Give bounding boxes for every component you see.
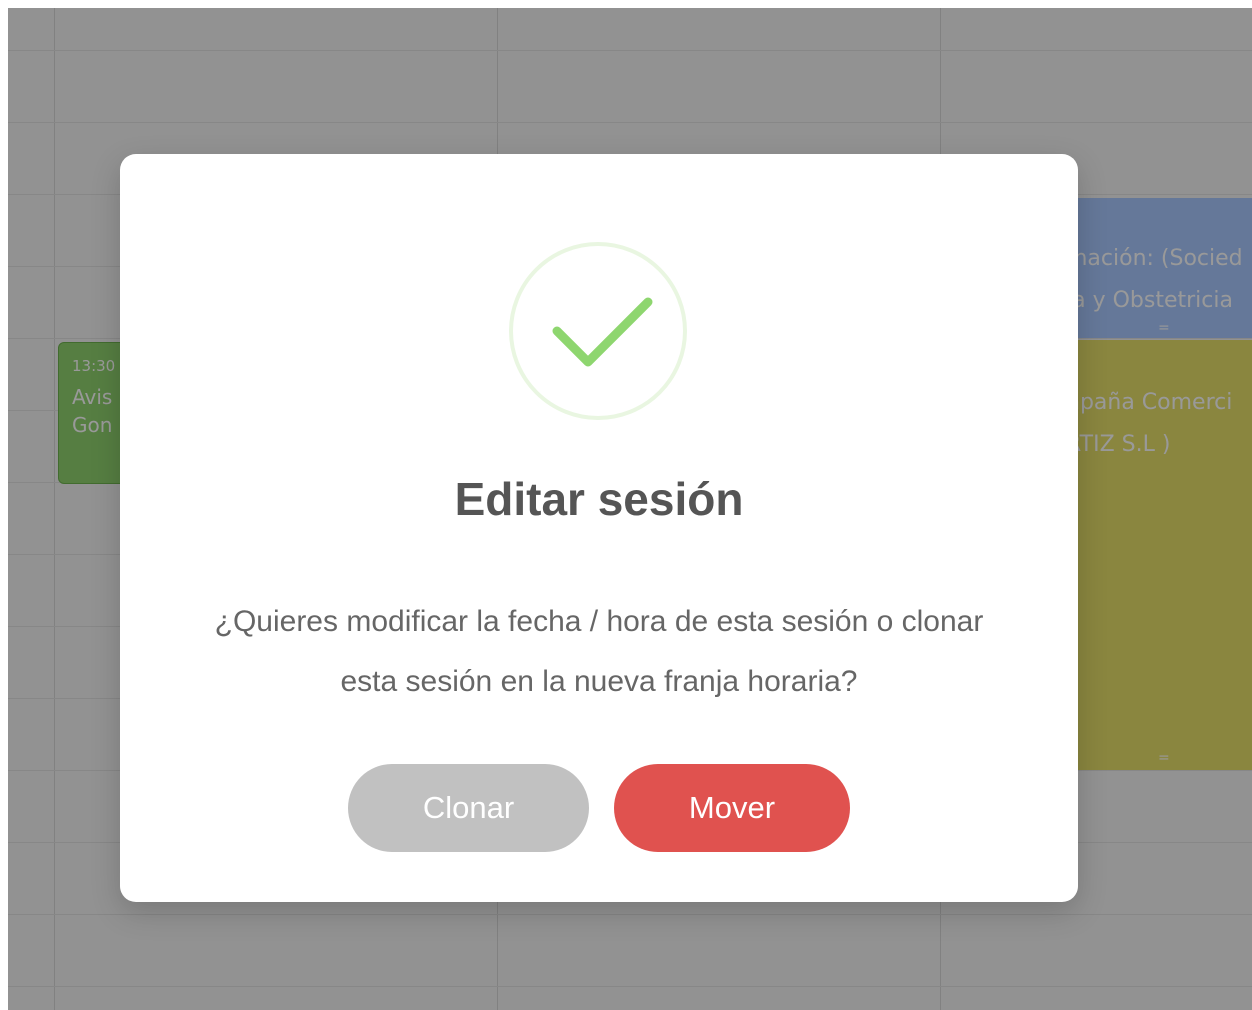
clone-button[interactable]: Clonar <box>348 764 589 852</box>
move-button[interactable]: Mover <box>614 764 850 852</box>
check-icon <box>552 297 653 367</box>
dialog-message: ¿Quieres modificar la fecha / hora de es… <box>214 605 984 698</box>
edit-session-dialog: Editar sesión ¿Quieres modificar la fech… <box>120 154 1078 902</box>
dialog-title: Editar sesión <box>454 473 744 525</box>
check-circle-icon <box>509 242 687 420</box>
